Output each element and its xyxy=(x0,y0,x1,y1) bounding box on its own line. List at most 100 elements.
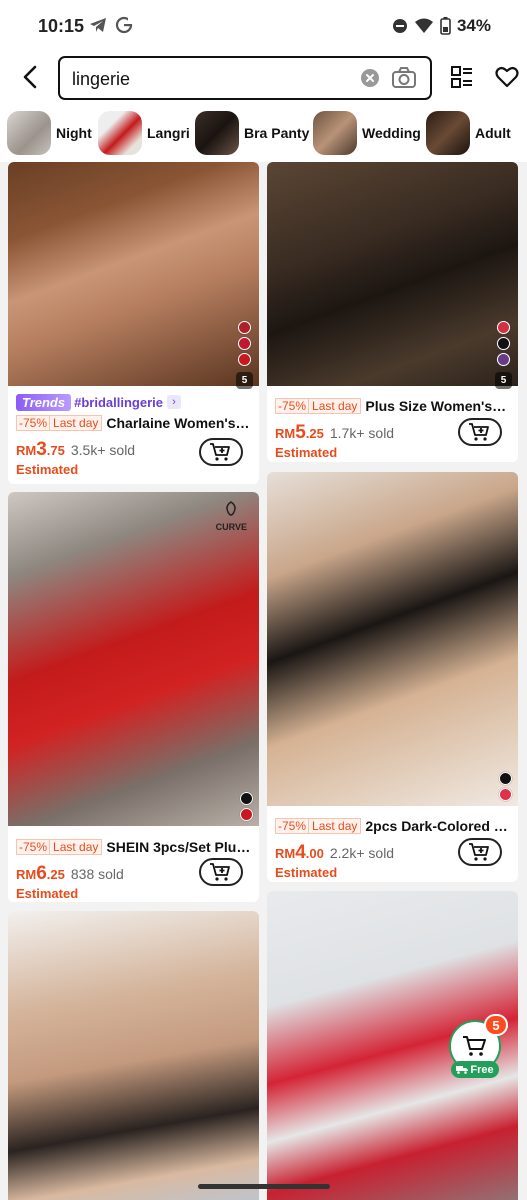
status-right: 34% xyxy=(392,16,491,36)
product-card[interactable]: -75% Last day 2pcs Dark-Colored S... RM 4.… xyxy=(267,472,518,882)
sold-count: 2.2k+ sold xyxy=(329,845,395,861)
color-swatch xyxy=(497,353,510,366)
category-label: Adult xyxy=(475,125,511,141)
color-swatch xyxy=(240,808,253,821)
estimated-label: Estimated xyxy=(16,886,79,901)
product-image[interactable]: 5 xyxy=(8,162,259,389)
add-cart-icon xyxy=(469,843,489,861)
color-swatch xyxy=(497,337,510,350)
product-image[interactable]: CURVE xyxy=(8,492,259,826)
product-card[interactable]: 5 -75% Last day Plus Size Women's S... RM… xyxy=(267,162,518,462)
trend-row[interactable]: Trends #bridallingerie › xyxy=(16,392,251,412)
price-integer: 4 xyxy=(295,842,306,863)
color-swatch xyxy=(238,321,251,334)
telegram-icon xyxy=(90,18,106,32)
category-chip-bra-panty[interactable]: Bra Panty xyxy=(195,110,309,156)
last-day-badge: Last day xyxy=(309,818,362,834)
category-chip-langri[interactable]: Langri xyxy=(98,110,190,156)
category-thumb xyxy=(426,111,470,155)
wishlist-heart-icon[interactable] xyxy=(494,64,520,90)
discount-badge: -75% xyxy=(16,415,51,431)
product-card[interactable] xyxy=(8,911,259,1200)
status-time: 10:15 xyxy=(38,16,85,36)
curve-logo-icon xyxy=(226,501,237,516)
color-swatch xyxy=(497,321,510,334)
color-swatch xyxy=(238,353,251,366)
camera-search-icon[interactable] xyxy=(391,66,417,90)
sold-count: 1.7k+ sold xyxy=(329,425,395,441)
trend-hashtag[interactable]: #bridallingerie xyxy=(74,395,163,410)
product-image[interactable] xyxy=(267,472,518,806)
category-chip-adult[interactable]: Adult xyxy=(426,110,511,156)
discount-badge: -75% xyxy=(16,839,51,855)
product-title[interactable]: Plus Size Women's S... xyxy=(365,398,510,414)
color-swatches: 5 xyxy=(236,321,253,389)
title-row: -75% Last day Plus Size Women's S... xyxy=(275,395,510,417)
category-label: Langri xyxy=(147,125,190,141)
category-thumb xyxy=(98,111,142,155)
wifi-icon xyxy=(414,18,433,33)
home-indicator[interactable] xyxy=(198,1184,330,1189)
free-label: Free xyxy=(470,1063,494,1076)
add-to-cart-button[interactable] xyxy=(458,838,502,866)
swatch-count: 5 xyxy=(495,372,512,389)
product-card[interactable]: 5 Trends #bridallingerie › -75% Last day … xyxy=(8,162,259,484)
price-integer: 5 xyxy=(295,422,306,443)
product-image[interactable]: 5 xyxy=(267,162,518,389)
add-cart-icon xyxy=(469,423,489,441)
chevron-right-icon: › xyxy=(166,395,181,409)
battery-level: 34% xyxy=(456,16,491,35)
category-chip-wedding[interactable]: Wedding xyxy=(313,110,421,156)
brand-tag-text: CURVE xyxy=(215,522,247,532)
add-cart-icon xyxy=(210,863,230,881)
product-title[interactable]: SHEIN 3pcs/Set Plus... xyxy=(106,839,251,855)
color-swatch xyxy=(238,337,251,350)
product-title[interactable]: 2pcs Dark-Colored S... xyxy=(365,818,510,834)
last-day-badge: Last day xyxy=(50,839,103,855)
category-thumb xyxy=(7,111,51,155)
price-currency: RM xyxy=(275,426,296,441)
battery-icon xyxy=(440,17,451,35)
discount-badge: -75% xyxy=(275,818,310,834)
search-bar[interactable]: lingerie xyxy=(58,56,432,100)
add-cart-icon xyxy=(210,443,230,461)
sold-count: 3.5k+ sold xyxy=(70,442,136,458)
price-decimal: .25 xyxy=(305,426,324,441)
price-decimal: .25 xyxy=(46,867,65,882)
color-swatches xyxy=(499,772,512,801)
category-label: Night xyxy=(56,125,92,141)
search-query[interactable]: lingerie xyxy=(72,69,130,90)
color-swatches xyxy=(240,792,253,821)
add-to-cart-button[interactable] xyxy=(199,858,243,886)
estimated-label: Estimated xyxy=(275,445,338,460)
truck-icon xyxy=(456,1066,469,1074)
price-decimal: .00 xyxy=(305,846,324,861)
product-grid: 5 Trends #bridallingerie › -75% Last day … xyxy=(0,162,527,1200)
trends-tag: Trends xyxy=(16,393,72,411)
title-row: -75% Last day 2pcs Dark-Colored S... xyxy=(275,815,510,837)
back-arrow-icon[interactable] xyxy=(18,64,44,90)
clear-search-icon[interactable] xyxy=(361,69,379,87)
dnd-icon xyxy=(392,19,407,33)
color-swatch xyxy=(499,788,512,801)
category-strip: Night Langri Bra Panty Wedding Adult xyxy=(0,104,527,162)
product-card[interactable]: CURVE -75% Last day SHEIN 3pcs/Set Plus..… xyxy=(8,492,259,902)
price-integer: 3 xyxy=(36,439,47,460)
category-thumb xyxy=(195,111,239,155)
title-row: -75% Last day Charlaine Women's S... xyxy=(16,412,251,434)
category-label: Wedding xyxy=(362,125,421,141)
estimated-label: Estimated xyxy=(275,865,338,880)
last-day-badge: Last day xyxy=(50,415,103,431)
add-to-cart-button[interactable] xyxy=(458,418,502,446)
price-currency: RM xyxy=(16,443,37,458)
product-image[interactable] xyxy=(8,911,259,1200)
category-chip-night[interactable]: Night xyxy=(7,110,92,156)
google-icon xyxy=(115,16,133,34)
free-shipping-label: Free xyxy=(451,1061,499,1078)
price-currency: RM xyxy=(275,846,296,861)
search-header: lingerie xyxy=(0,52,527,104)
add-to-cart-button[interactable] xyxy=(199,438,243,466)
status-bar: 10:15 34% xyxy=(0,0,527,52)
view-layout-icon[interactable] xyxy=(450,65,474,89)
product-title[interactable]: Charlaine Women's S... xyxy=(106,415,251,431)
